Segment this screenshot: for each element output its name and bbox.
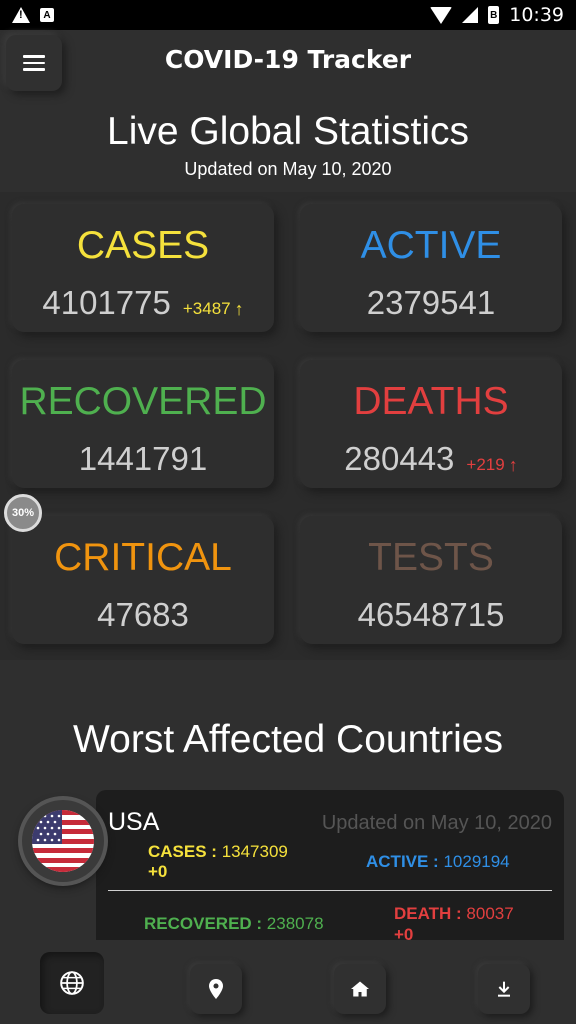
active-card[interactable]: ACTIVE 2379541 [300, 204, 562, 332]
nav-home-button[interactable] [334, 964, 386, 1014]
active-label: ACTIVE [360, 224, 502, 267]
country-death-delta: +0 [394, 925, 414, 940]
arrow-up-icon: ↑ [234, 298, 244, 319]
app-notification-icon: A [40, 8, 54, 22]
deaths-delta: +219 [466, 455, 505, 474]
wifi-icon [430, 6, 453, 24]
home-icon [351, 981, 369, 997]
deaths-value: 280443 [344, 440, 455, 477]
recovered-label: RECOVERED [19, 380, 267, 423]
tests-card[interactable]: TESTS 46548715 [300, 516, 562, 644]
nav-location-button[interactable] [190, 964, 242, 1014]
country-active: ACTIVE : 1029194 [366, 852, 510, 871]
deaths-label: DEATHS [353, 380, 509, 423]
bottom-navigation [0, 940, 576, 1024]
usa-flag-icon [22, 800, 104, 882]
globe-icon [60, 971, 84, 995]
critical-label: CRITICAL [54, 536, 232, 579]
recovered-value: 1441791 [78, 440, 208, 477]
country-divider [108, 890, 552, 891]
active-value: 2379541 [366, 284, 496, 321]
cell-signal-icon [462, 7, 479, 23]
recovered-card[interactable]: RECOVERED 1441791 [12, 360, 274, 488]
cases-value: 4101775 [42, 284, 171, 321]
country-recovered: RECOVERED : 238078 [144, 914, 324, 933]
country-name: USA [108, 808, 160, 836]
app-title: COVID-19 Tracker [164, 45, 412, 74]
download-icon [498, 981, 510, 997]
critical-card[interactable]: CRITICAL 47683 [12, 516, 274, 644]
country-cases: CASES : 1347309 +0 [148, 842, 288, 881]
country-cases-delta: +0 [148, 862, 168, 881]
global-stats-title: Live Global Statistics [107, 110, 469, 153]
cases-card[interactable]: CASES 4101775 +3487 ↑ [12, 204, 274, 332]
critical-value: 47683 [97, 596, 189, 633]
nav-globe-button[interactable] [40, 952, 104, 1014]
country-card-usa[interactable]: USA Updated on May 10, 2020 CASES : 1347… [96, 790, 564, 940]
country-updated-text: Updated on May 10, 2020 [321, 812, 552, 834]
cases-label: CASES [76, 224, 210, 267]
global-stats-panel: CASES 4101775 +3487 ↑ ACTIVE 2379541 REC… [0, 192, 576, 660]
warning-notification-icon [12, 7, 30, 23]
deaths-card[interactable]: DEATHS 280443 +219 ↑ [300, 360, 562, 488]
worst-affected-title: Worst Affected Countries [73, 718, 503, 761]
status-bar: A B 10:39 [0, 0, 576, 30]
arrow-up-icon: ↑ [508, 454, 518, 475]
nav-download-button[interactable] [478, 964, 530, 1014]
battery-icon: B [488, 6, 500, 24]
global-updated-text: Updated on May 10, 2020 [184, 159, 392, 179]
tests-value: 46548715 [357, 596, 505, 633]
tests-label: TESTS [368, 536, 494, 579]
country-death: DEATH : 80037 +0 [394, 903, 514, 940]
location-pin-icon [209, 979, 223, 999]
status-time: 10:39 [509, 4, 564, 26]
progress-indicator: 30% [4, 494, 42, 532]
cases-delta: +3487 [182, 299, 231, 318]
